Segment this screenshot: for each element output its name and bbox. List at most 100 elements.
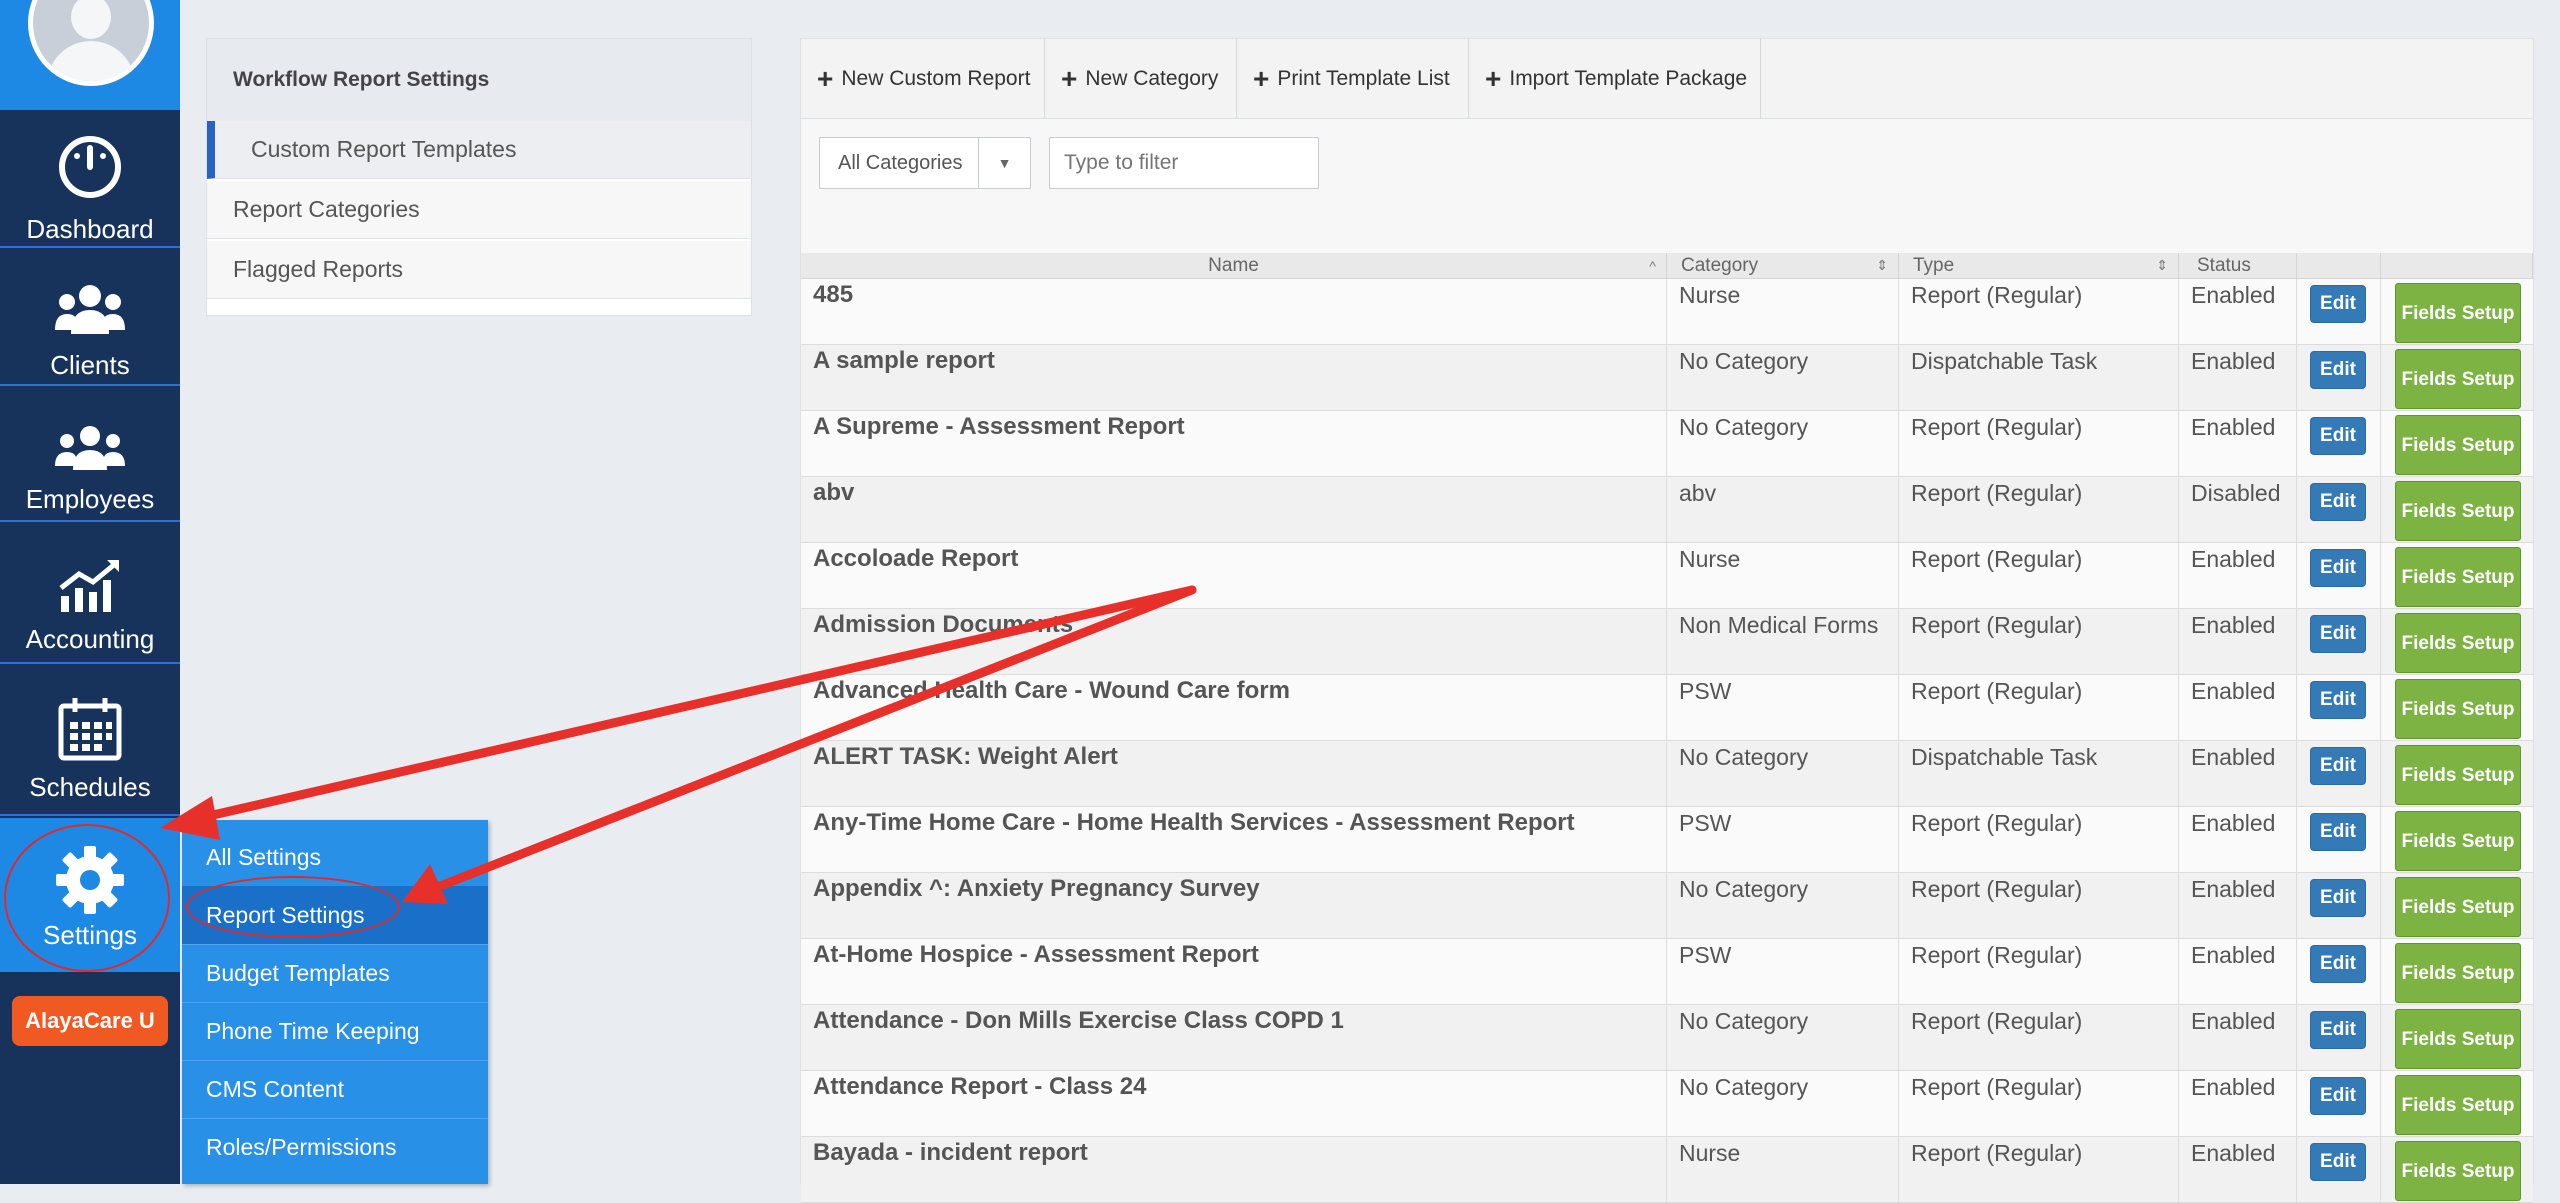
avatar[interactable] <box>28 0 154 86</box>
cell-type: Report (Regular) <box>1899 1071 2179 1137</box>
cell-name-text: At-Home Hospice - Assessment Report <box>813 941 1259 968</box>
cell-name-text: Advanced Health Care - Wound Care form <box>813 677 1290 704</box>
settings-submenu: All Settings Report Settings Budget Temp… <box>182 820 488 1184</box>
filter-input[interactable] <box>1049 137 1319 189</box>
edit-button[interactable]: Edit <box>2310 285 2366 323</box>
edit-button[interactable]: Edit <box>2310 945 2366 983</box>
edit-button[interactable]: Edit <box>2310 879 2366 917</box>
print-template-list-button[interactable]: + Print Template List <box>1237 39 1469 119</box>
fields-setup-button[interactable]: Fields Setup <box>2395 547 2521 607</box>
edit-button[interactable]: Edit <box>2310 615 2366 653</box>
panel-item-custom-report-templates[interactable]: Custom Report Templates <box>207 121 751 179</box>
cell-status-text: Enabled <box>2191 744 2276 770</box>
alayacare-u-button[interactable]: AlayaCare U <box>12 996 168 1046</box>
nav-settings[interactable]: Settings <box>0 818 180 972</box>
cell-name-text: Attendance - Don Mills Exercise Class CO… <box>813 1007 1344 1034</box>
table-row[interactable]: Accoloade Report Nurse Report (Regular) Ena… <box>801 543 2533 609</box>
cell-name: Attendance - Don Mills Exercise Class CO… <box>801 1005 1667 1071</box>
table-row[interactable]: Advanced Health Care - Wound Care form PS… <box>801 675 2533 741</box>
plus-icon: + <box>1061 63 1078 94</box>
import-template-package-button[interactable]: + Import Template Package <box>1469 39 1761 119</box>
cell-status: Enabled <box>2179 543 2297 609</box>
table-row[interactable]: Attendance Report - Class 24 No Category R… <box>801 1071 2533 1137</box>
cell-category-text: Nurse <box>1679 282 1741 308</box>
submenu-phone-time-keeping[interactable]: Phone Time Keeping <box>182 1002 488 1060</box>
cell-type-text: Report (Regular) <box>1911 942 2083 968</box>
table-row[interactable]: At-Home Hospice - Assessment Report PSW Re… <box>801 939 2533 1005</box>
column-header-type[interactable]: Type ⇕ <box>1899 253 2179 279</box>
table-row[interactable]: Any-Time Home Care - Home Health Service… <box>801 807 2533 873</box>
user-profile-area[interactable] <box>0 0 180 110</box>
panel-item-flagged-reports[interactable]: Flagged Reports <box>207 241 751 299</box>
edit-button[interactable]: Edit <box>2310 747 2366 785</box>
fields-setup-button[interactable]: Fields Setup <box>2395 1009 2521 1069</box>
fields-setup-button[interactable]: Fields Setup <box>2395 679 2521 739</box>
cell-name-text: Admission Documents <box>813 611 1074 638</box>
cell-type-text: Report (Regular) <box>1911 810 2083 836</box>
cell-status: Enabled <box>2179 807 2297 873</box>
table-row[interactable]: abv abv Report (Regular) Disabled Edit Fields… <box>801 477 2533 543</box>
category-filter-select[interactable]: All Categories ▼ <box>819 137 1031 189</box>
table-row[interactable]: A Supreme - Assessment Report No Category… <box>801 411 2533 477</box>
cell-type-text: Dispatchable Task <box>1911 744 2098 770</box>
edit-button[interactable]: Edit <box>2310 681 2366 719</box>
cell-category: Nurse <box>1667 543 1899 609</box>
submenu-roles-permissions[interactable]: Roles/Permissions <box>182 1118 488 1176</box>
cell-status: Enabled <box>2179 609 2297 675</box>
submenu-cms-content[interactable]: CMS Content <box>182 1060 488 1118</box>
table-row[interactable]: Attendance - Don Mills Exercise Class CO… <box>801 1005 2533 1071</box>
cell-status-text: Enabled <box>2191 1074 2276 1100</box>
fields-setup-button[interactable]: Fields Setup <box>2395 481 2521 541</box>
nav-schedules[interactable]: Schedules <box>0 666 180 816</box>
nav-schedules-label: Schedules <box>29 772 151 802</box>
edit-button[interactable]: Edit <box>2310 351 2366 389</box>
fields-setup-button[interactable]: Fields Setup <box>2395 349 2521 409</box>
fields-setup-button[interactable]: Fields Setup <box>2395 811 2521 871</box>
table-row[interactable]: Admission Documents Non Medical Forms Repo… <box>801 609 2533 675</box>
fields-setup-button[interactable]: Fields Setup <box>2395 1141 2521 1201</box>
edit-button[interactable]: Edit <box>2310 1077 2366 1115</box>
table-row[interactable]: Appendix ^: Anxiety Pregnancy Survey No C… <box>801 873 2533 939</box>
nav-employees[interactable]: Employees <box>0 388 180 522</box>
submenu-budget-templates[interactable]: Budget Templates <box>182 944 488 1002</box>
cell-type: Report (Regular) <box>1899 1137 2179 1203</box>
cell-name-text: Accoloade Report <box>813 545 1019 572</box>
table-row[interactable]: A sample report No Category Dispatchable T… <box>801 345 2533 411</box>
category-filter-value: All Categories <box>838 151 963 174</box>
nav-dashboard[interactable]: Dashboard <box>0 112 180 248</box>
cell-category-text: PSW <box>1679 678 1732 704</box>
column-header-category[interactable]: Category ⇕ <box>1667 253 1899 279</box>
panel-item-report-categories[interactable]: Report Categories <box>207 181 751 239</box>
table-row[interactable]: Bayada - incident report Nurse Report (Reg… <box>801 1137 2533 1203</box>
table-row[interactable]: ALERT TASK: Weight Alert No Category Dispa… <box>801 741 2533 807</box>
submenu-all-settings[interactable]: All Settings <box>182 828 488 886</box>
edit-button[interactable]: Edit <box>2310 549 2366 587</box>
chevron-down-icon[interactable]: ▼ <box>978 138 1030 188</box>
column-header-status[interactable]: Status <box>2179 253 2297 279</box>
column-header-category-label: Category <box>1681 254 1759 276</box>
new-category-label: New Category <box>1085 67 1219 90</box>
fields-setup-button[interactable]: Fields Setup <box>2395 415 2521 475</box>
fields-setup-button[interactable]: Fields Setup <box>2395 283 2521 343</box>
fields-setup-button[interactable]: Fields Setup <box>2395 877 2521 937</box>
edit-button[interactable]: Edit <box>2310 813 2366 851</box>
cell-category-text: No Category <box>1679 414 1809 440</box>
edit-button[interactable]: Edit <box>2310 1143 2366 1181</box>
table-row[interactable]: 485 Nurse Report (Regular) Enabled Edit Field… <box>801 279 2533 345</box>
edit-button[interactable]: Edit <box>2310 1011 2366 1049</box>
nav-accounting[interactable]: Accounting <box>0 524 180 664</box>
accounting-icon <box>59 560 119 612</box>
fields-setup-button[interactable]: Fields Setup <box>2395 1075 2521 1135</box>
fields-setup-button[interactable]: Fields Setup <box>2395 613 2521 673</box>
new-category-button[interactable]: + New Category <box>1045 39 1237 119</box>
cell-status-text: Enabled <box>2191 1008 2276 1034</box>
fields-setup-button[interactable]: Fields Setup <box>2395 745 2521 805</box>
edit-button[interactable]: Edit <box>2310 417 2366 455</box>
fields-setup-button[interactable]: Fields Setup <box>2395 943 2521 1003</box>
nav-clients[interactable]: Clients <box>0 250 180 386</box>
cell-name-text: A Supreme - Assessment Report <box>813 413 1185 440</box>
column-header-name[interactable]: Name ^ <box>801 253 1667 279</box>
new-custom-report-button[interactable]: + New Custom Report <box>801 39 1045 119</box>
edit-button[interactable]: Edit <box>2310 483 2366 521</box>
cell-category-text: PSW <box>1679 810 1732 836</box>
